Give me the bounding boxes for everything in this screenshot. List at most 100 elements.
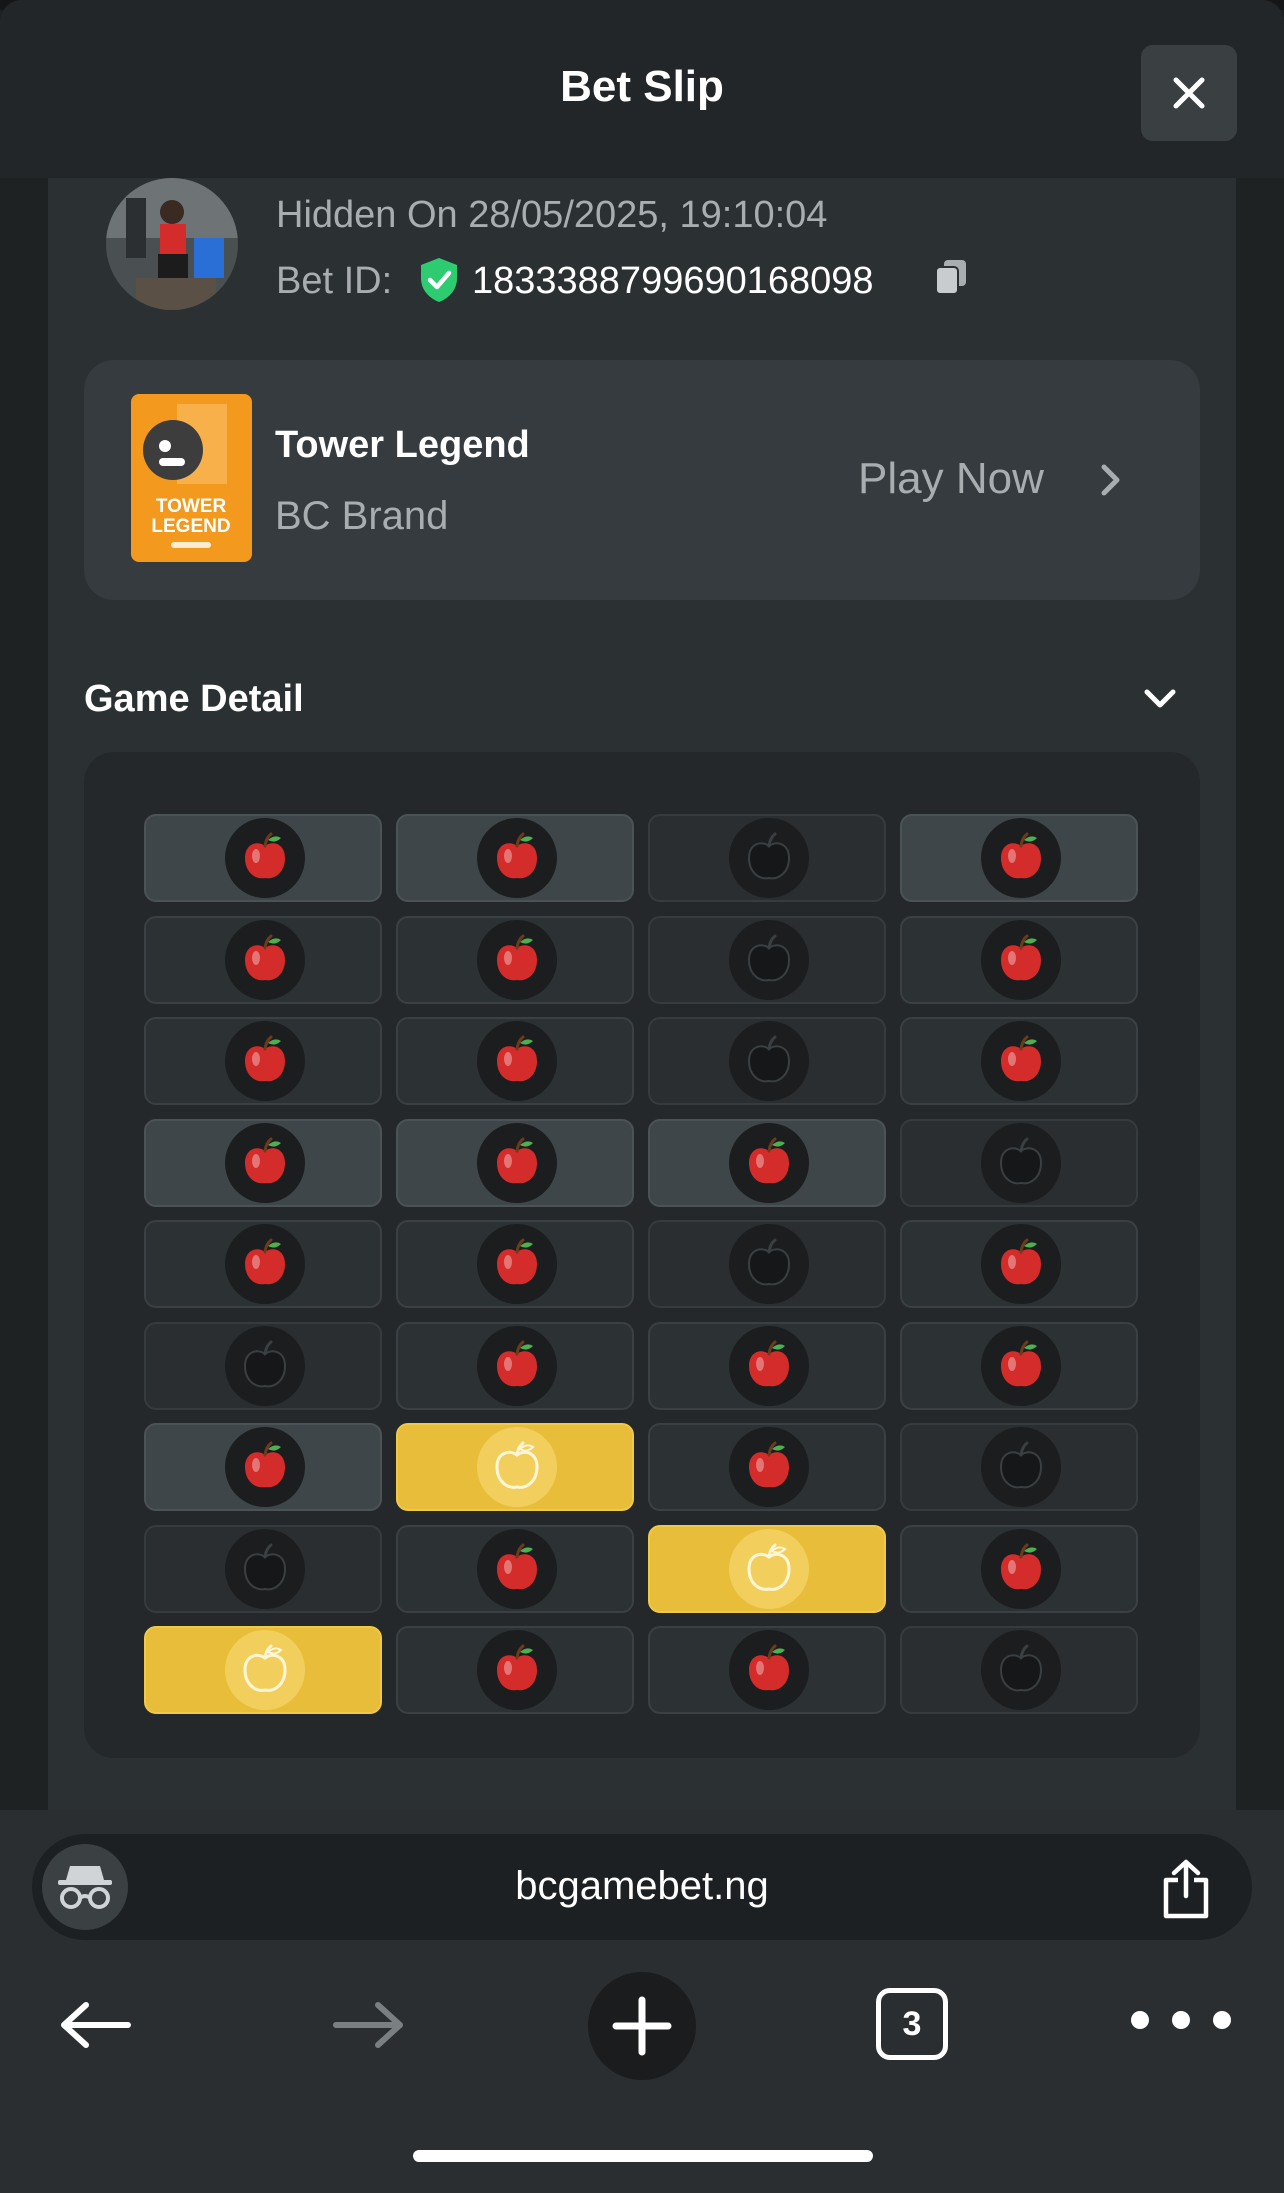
apple-icon bbox=[1001, 934, 1041, 981]
tower-cell bbox=[144, 814, 382, 902]
apple-disc bbox=[225, 1224, 305, 1304]
tower-cell bbox=[900, 814, 1138, 902]
tower-cell bbox=[648, 1423, 886, 1511]
apple-disc bbox=[477, 1326, 557, 1406]
apple-outline-icon bbox=[747, 1035, 791, 1083]
apple-disc bbox=[729, 1427, 809, 1507]
tab-count-button[interactable]: 3 bbox=[876, 1988, 948, 2060]
page-title: Bet Slip bbox=[560, 62, 724, 111]
tower-cell bbox=[396, 814, 634, 902]
copy-icon[interactable] bbox=[934, 258, 968, 296]
apple-disc bbox=[981, 920, 1061, 1000]
game-name: Tower Legend bbox=[275, 424, 530, 466]
tower-cell bbox=[648, 1525, 886, 1613]
apple-disc bbox=[981, 1123, 1061, 1203]
apple-icon bbox=[497, 1644, 537, 1691]
tower-cell bbox=[648, 1119, 886, 1207]
tower-cell bbox=[648, 1220, 886, 1308]
tower-cell bbox=[648, 814, 886, 902]
tower-cell bbox=[900, 1220, 1138, 1308]
apple-disc bbox=[225, 1123, 305, 1203]
apple-icon bbox=[497, 934, 537, 981]
apple-outline-icon bbox=[243, 1543, 287, 1591]
apple-disc bbox=[477, 1021, 557, 1101]
tower-cell bbox=[396, 1017, 634, 1105]
avatar bbox=[106, 178, 238, 310]
forward-arrow-icon[interactable] bbox=[332, 2000, 406, 2050]
apple-disc bbox=[477, 1123, 557, 1203]
apple-disc bbox=[981, 818, 1061, 898]
hidden-on-text: Hidden On 28/05/2025, 19:10:04 bbox=[276, 194, 828, 236]
close-button[interactable] bbox=[1141, 45, 1237, 141]
apple-outline-icon bbox=[999, 1137, 1043, 1185]
chevron-right-icon[interactable] bbox=[1098, 461, 1124, 499]
tower-cell bbox=[144, 916, 382, 1004]
apple-icon bbox=[749, 1644, 789, 1691]
apple-outline-icon bbox=[243, 1644, 287, 1692]
apple-disc bbox=[225, 920, 305, 1000]
apple-icon bbox=[245, 934, 285, 981]
modal-header: Bet Slip bbox=[0, 0, 1284, 178]
tower-cell bbox=[144, 1119, 382, 1207]
apple-icon bbox=[497, 1137, 537, 1184]
apple-disc bbox=[477, 920, 557, 1000]
tower-cell bbox=[900, 1017, 1138, 1105]
tower-cell bbox=[396, 1626, 634, 1714]
apple-icon bbox=[245, 1035, 285, 1082]
more-options-icon[interactable] bbox=[1128, 2008, 1234, 2032]
apple-disc bbox=[729, 1630, 809, 1710]
play-now-button[interactable]: Play Now bbox=[858, 454, 1044, 504]
chevron-down-icon[interactable] bbox=[1142, 686, 1178, 712]
apple-disc bbox=[981, 1326, 1061, 1406]
share-icon[interactable] bbox=[1160, 1858, 1212, 1920]
url-text[interactable]: bcgamebet.ng bbox=[0, 1864, 1284, 1909]
apple-disc bbox=[477, 1529, 557, 1609]
game-detail-title: Game Detail bbox=[84, 678, 304, 720]
apple-icon bbox=[749, 1137, 789, 1184]
game-thumbnail[interactable]: TOWER LEGEND bbox=[131, 394, 252, 562]
apple-icon bbox=[245, 832, 285, 879]
apple-icon bbox=[497, 1543, 537, 1590]
apple-disc bbox=[729, 1529, 809, 1609]
apple-disc bbox=[981, 1224, 1061, 1304]
tower-cell bbox=[900, 1423, 1138, 1511]
tower-cell bbox=[396, 916, 634, 1004]
tower-cell bbox=[648, 1322, 886, 1410]
apple-icon bbox=[245, 1238, 285, 1285]
apple-icon bbox=[1001, 1238, 1041, 1285]
apple-outline-icon bbox=[495, 1441, 539, 1489]
apple-disc bbox=[477, 1427, 557, 1507]
apple-icon bbox=[497, 832, 537, 879]
apple-disc bbox=[225, 1021, 305, 1101]
apple-disc bbox=[729, 1123, 809, 1203]
apple-disc bbox=[225, 818, 305, 898]
close-icon bbox=[1173, 77, 1205, 109]
apple-disc bbox=[981, 1427, 1061, 1507]
apple-disc bbox=[477, 1224, 557, 1304]
apple-icon bbox=[749, 1441, 789, 1488]
apple-disc bbox=[477, 1630, 557, 1710]
apple-disc bbox=[729, 1021, 809, 1101]
apple-disc bbox=[729, 920, 809, 1000]
tower-cell bbox=[900, 1525, 1138, 1613]
new-tab-button[interactable] bbox=[588, 1972, 696, 2080]
home-indicator bbox=[413, 2150, 873, 2162]
verified-shield-icon bbox=[421, 258, 457, 302]
game-provider: BC Brand bbox=[275, 494, 449, 538]
bet-id-label: Bet ID: bbox=[276, 260, 393, 302]
tower-cell bbox=[144, 1423, 382, 1511]
apple-outline-icon bbox=[243, 1340, 287, 1388]
tower-cell bbox=[648, 1626, 886, 1714]
apple-icon bbox=[245, 1137, 285, 1184]
apple-outline-icon bbox=[999, 1644, 1043, 1692]
apple-icon bbox=[497, 1035, 537, 1082]
tower-cell bbox=[648, 916, 886, 1004]
apple-icon bbox=[245, 1441, 285, 1488]
tower-cell bbox=[396, 1322, 634, 1410]
back-arrow-icon[interactable] bbox=[58, 2000, 132, 2050]
tower-cell bbox=[144, 1626, 382, 1714]
tower-cell bbox=[396, 1423, 634, 1511]
apple-outline-icon bbox=[747, 1543, 791, 1591]
apple-outline-icon bbox=[747, 934, 791, 982]
apple-disc bbox=[729, 1224, 809, 1304]
